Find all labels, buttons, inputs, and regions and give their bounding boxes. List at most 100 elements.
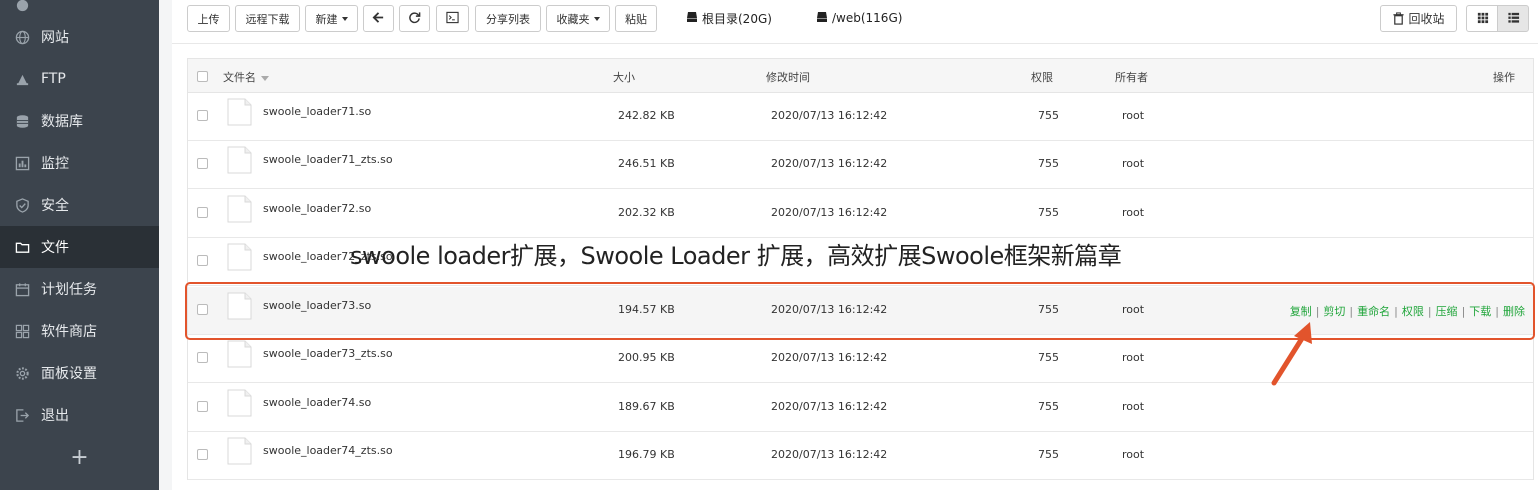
row-checkbox[interactable] xyxy=(197,352,208,363)
column-header-actions: 操作 xyxy=(1493,71,1515,84)
new-button[interactable]: 新建 xyxy=(305,5,358,32)
column-header-size[interactable]: 大小 xyxy=(613,69,635,85)
back-button[interactable] xyxy=(363,5,394,32)
ftp-icon xyxy=(14,71,30,87)
recycle-bin-label: 回收站 xyxy=(1408,12,1445,26)
row-checkbox[interactable] xyxy=(197,449,208,460)
file-modified: 2020/07/13 16:12:42 xyxy=(771,109,888,122)
file-permission[interactable]: 755 xyxy=(1038,157,1059,170)
sidebar-item-label: FTP xyxy=(41,71,66,87)
file-owner: root xyxy=(1122,109,1145,122)
refresh-button[interactable] xyxy=(399,5,430,32)
favorites-button[interactable]: 收藏夹 xyxy=(546,5,610,32)
list-icon xyxy=(1507,11,1520,27)
sidebar-item-database[interactable]: 数据库 xyxy=(0,100,159,142)
sidebar-item-cron[interactable]: 计划任务 xyxy=(0,268,159,310)
sort-down-icon xyxy=(261,75,269,81)
hard-drive-icon xyxy=(686,11,702,26)
row-checkbox[interactable] xyxy=(197,255,208,266)
table-header: 文件名 大小 修改时间 权限 所有者 操作 xyxy=(188,59,1533,93)
file-icon xyxy=(227,340,252,368)
file-icon xyxy=(227,195,252,223)
file-permission[interactable]: 755 xyxy=(1038,448,1059,461)
file-permission[interactable]: 755 xyxy=(1038,351,1059,364)
sidebar-item-logout[interactable]: 退出 xyxy=(0,394,159,436)
sidebar-item-files[interactable]: 文件 xyxy=(0,226,159,268)
sidebar-item-label: 面板设置 xyxy=(41,366,97,382)
folder-icon xyxy=(14,239,30,255)
share-list-button[interactable]: 分享列表 xyxy=(475,5,541,32)
file-permission[interactable]: 755 xyxy=(1038,109,1059,122)
file-size: 242.82 KB xyxy=(618,109,675,122)
sidebar-item-app-store[interactable]: 软件商店 xyxy=(0,310,159,352)
upload-button[interactable]: 上传 xyxy=(187,5,230,32)
table-row[interactable]: swoole_loader74.so 189.67 KB 2020/07/13 … xyxy=(188,384,1533,432)
sidebar-item-ftp[interactable]: FTP xyxy=(0,58,159,100)
file-permission[interactable]: 755 xyxy=(1038,400,1059,413)
file-owner: root xyxy=(1122,157,1145,170)
chevron-down-icon xyxy=(593,16,600,21)
table-row[interactable]: swoole_loader71.so 242.82 KB 2020/07/13 … xyxy=(188,93,1533,141)
row-checkbox[interactable] xyxy=(197,207,208,218)
file-toolbar: 上传 远程下载 新建 分享列表 收藏夹 粘贴 根目录(20G) /web(116… xyxy=(172,0,1538,44)
column-header-owner[interactable]: 所有者 xyxy=(1115,69,1148,85)
terminal-button[interactable] xyxy=(436,5,469,32)
disk-root[interactable]: 根目录(20G) xyxy=(686,9,772,27)
sidebar-item-label: 数据库 xyxy=(41,114,83,130)
annotation-arrow-icon xyxy=(1271,322,1312,386)
apps-icon xyxy=(14,323,30,339)
file-name[interactable]: swoole_loader73_zts.so xyxy=(263,347,393,360)
globe-icon xyxy=(14,29,30,45)
row-checkbox[interactable] xyxy=(197,158,208,169)
table-row[interactable]: swoole_loader71_zts.so 246.51 KB 2020/07… xyxy=(188,141,1533,189)
column-header-permission[interactable]: 权限 xyxy=(1031,69,1053,85)
select-all-checkbox[interactable] xyxy=(197,71,208,82)
remote-download-button[interactable]: 远程下载 xyxy=(235,5,300,32)
table-row[interactable]: swoole_loader74_zts.so 196.79 KB 2020/07… xyxy=(188,432,1533,480)
calendar-icon xyxy=(14,281,30,297)
sidebar-item-label: 文件 xyxy=(41,240,69,256)
file-icon xyxy=(227,243,252,271)
column-header-name[interactable]: 文件名 xyxy=(223,69,269,85)
disk-web[interactable]: /web(116G) xyxy=(816,9,902,27)
list-view-button[interactable] xyxy=(1497,5,1529,32)
file-modified: 2020/07/13 16:12:42 xyxy=(771,206,888,219)
file-name[interactable]: swoole_loader74.so xyxy=(263,396,371,409)
file-name[interactable]: swoole_loader71_zts.so xyxy=(263,153,393,166)
sidebar-item-website[interactable]: 网站 xyxy=(0,16,159,58)
file-name[interactable]: swoole_loader72.so xyxy=(263,202,371,215)
column-header-modified[interactable]: 修改时间 xyxy=(766,69,810,85)
sidebar-item-label: 计划任务 xyxy=(41,282,97,298)
logout-icon xyxy=(14,407,30,423)
sidebar-item-security[interactable]: 安全 xyxy=(0,184,159,226)
sidebar: 网站 FTP 数据库 监控 安全 文件 计划任务 软件商店 面板设置 退出 + xyxy=(0,0,159,490)
annotation-highlight-box xyxy=(185,282,1535,340)
arrow-left-icon xyxy=(372,11,385,27)
sidebar-item-monitor[interactable]: 监控 xyxy=(0,142,159,184)
table-row[interactable]: swoole_loader73_zts.so 200.95 KB 2020/07… xyxy=(188,335,1533,383)
grid-icon xyxy=(1476,11,1489,27)
monitor-icon xyxy=(14,155,30,171)
hard-drive-icon xyxy=(816,11,832,26)
file-name[interactable]: swoole_loader74_zts.so xyxy=(263,444,393,457)
add-menu-button[interactable]: + xyxy=(0,437,159,477)
file-icon xyxy=(227,437,252,465)
file-name[interactable]: swoole_loader71.so xyxy=(263,105,371,118)
file-owner: root xyxy=(1122,400,1145,413)
file-size: 200.95 KB xyxy=(618,351,675,364)
row-checkbox[interactable] xyxy=(197,401,208,412)
table-row[interactable]: swoole_loader72.so 202.32 KB 2020/07/13 … xyxy=(188,190,1533,238)
file-size: 189.67 KB xyxy=(618,400,675,413)
favorites-button-label: 收藏夹 xyxy=(556,12,590,26)
file-modified: 2020/07/13 16:12:42 xyxy=(771,157,888,170)
grid-view-button[interactable] xyxy=(1466,5,1498,32)
file-permission[interactable]: 755 xyxy=(1038,206,1059,219)
sidebar-item-panel-settings[interactable]: 面板设置 xyxy=(0,352,159,394)
disk-root-label: 根目录(20G) xyxy=(702,11,772,26)
shield-icon xyxy=(14,197,30,213)
paste-button[interactable]: 粘贴 xyxy=(615,5,657,32)
recycle-bin-button[interactable]: 回收站 xyxy=(1380,5,1457,32)
overlay-caption: swoole loader扩展，Swoole Loader 扩展，高效扩展Swo… xyxy=(350,242,1122,270)
row-checkbox[interactable] xyxy=(197,110,208,121)
trash-icon xyxy=(1392,12,1405,25)
